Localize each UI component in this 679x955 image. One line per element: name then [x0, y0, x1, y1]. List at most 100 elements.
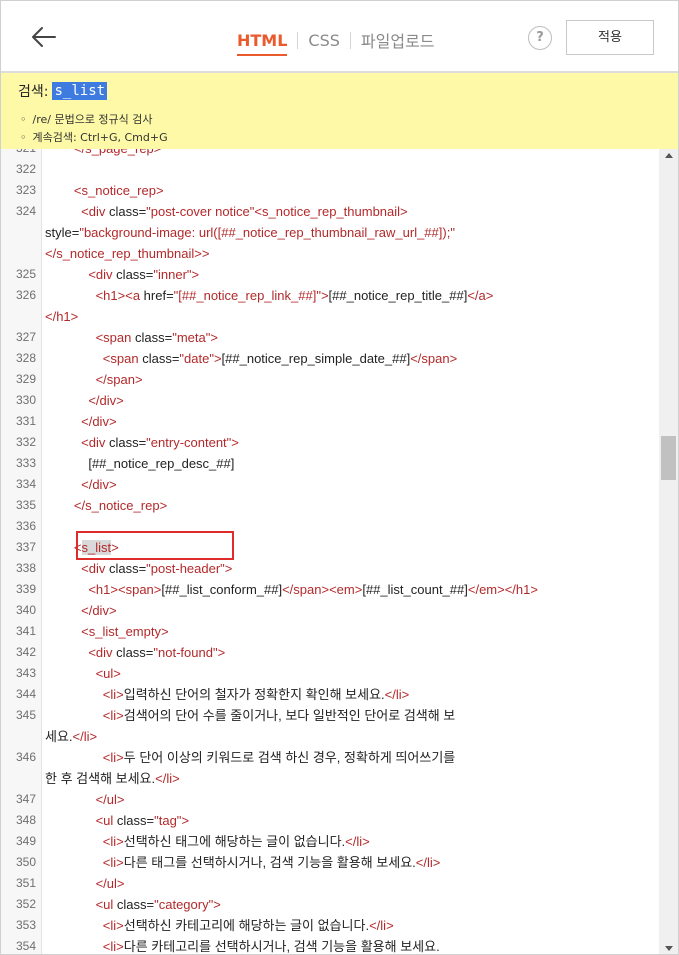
back-arrow-icon[interactable] [29, 23, 57, 51]
code-line[interactable]: 354 <li>다른 카테고리를 선택하시거나, 검색 기능을 활용해 보세요. [1, 936, 659, 954]
code-text[interactable]: </h1> [45, 306, 647, 327]
code-line[interactable]: 350 <li>다른 태그를 선택하시거나, 검색 기능을 활용해 보세요.</… [1, 852, 659, 873]
code-text[interactable]: <li>검색어의 단어 수를 줄이거나, 보다 일반적인 단어로 검색해 보 [45, 705, 647, 726]
line-number: 321 [1, 149, 36, 159]
code-line[interactable]: 한 후 검색해 보세요.</li> [1, 768, 659, 789]
code-line[interactable]: 335 </s_notice_rep> [1, 495, 659, 516]
code-text[interactable]: </ul> [45, 873, 647, 894]
code-text[interactable]: <li>다른 태그를 선택하시거나, 검색 기능을 활용해 보세요.</li> [45, 852, 647, 873]
editor-tabs: HTML CSS 파일업로드 [237, 28, 435, 56]
code-text[interactable]: <li>선택하신 카테고리에 해당하는 글이 없습니다.</li> [45, 915, 647, 936]
code-line[interactable]: 325 <div class="inner"> [1, 264, 659, 285]
code-text[interactable]: <li>다른 카테고리를 선택하시거나, 검색 기능을 활용해 보세요. [45, 936, 647, 954]
code-line[interactable]: 331 </div> [1, 411, 659, 432]
code-text[interactable]: <li>두 단어 이상의 키워드로 검색 하신 경우, 정확하게 띄어쓰기를 [45, 747, 647, 768]
search-input[interactable]: s_list [52, 82, 108, 100]
code-line[interactable]: style="background-image: url([##_notice_… [1, 222, 659, 243]
code-text[interactable]: <span class="date">[##_notice_rep_simple… [45, 348, 647, 369]
code-text[interactable]: <div class="not-found"> [45, 642, 647, 663]
line-number: 334 [15, 477, 36, 491]
code-text[interactable]: </div> [45, 411, 647, 432]
line-number: 329 [15, 372, 36, 386]
code-text[interactable]: </div> [45, 474, 647, 495]
code-line[interactable]: 322 [1, 159, 659, 180]
tab-file-upload[interactable]: 파일업로드 [361, 28, 435, 52]
code-text[interactable]: </div> [45, 600, 647, 621]
code-text[interactable]: <li>입력하신 단어의 철자가 정확한지 확인해 보세요.</li> [45, 684, 647, 705]
code-text[interactable]: </s_notice_rep_thumbnail>> [45, 243, 647, 264]
code-line[interactable]: </h1> [1, 306, 659, 327]
code-text[interactable]: </span> [45, 369, 647, 390]
code-text[interactable]: <h1><a href="[##_notice_rep_link_##]">[#… [45, 285, 647, 306]
code-text[interactable]: <ul> [45, 663, 647, 684]
search-label: 검색: [18, 84, 49, 100]
code-line[interactable]: </s_notice_rep_thumbnail>> [1, 243, 659, 264]
code-text[interactable]: <div class="post-cover notice"<s_notice_… [45, 201, 647, 222]
tab-divider [349, 31, 351, 49]
tab-divider [297, 31, 299, 49]
code-line[interactable]: 352 <ul class="category"> [1, 894, 659, 915]
code-line[interactable]: 338 <div class="post-header"> [1, 558, 659, 579]
code-text[interactable]: </s_notice_rep> [45, 495, 647, 516]
code-line[interactable]: 353 <li>선택하신 카테고리에 해당하는 글이 없습니다.</li> [1, 915, 659, 936]
code-text[interactable]: 한 후 검색해 보세요.</li> [45, 768, 647, 789]
code-line[interactable]: 351 </ul> [1, 873, 659, 894]
code-line[interactable]: 329 </span> [1, 369, 659, 390]
help-icon[interactable]: ? [528, 26, 552, 50]
code-text[interactable]: <div class="entry-content"> [45, 432, 647, 453]
line-number: 337 [15, 540, 36, 554]
scroll-up-icon[interactable] [665, 153, 673, 158]
code-line[interactable]: 330 </div> [1, 390, 659, 411]
code-text[interactable]: <div class="inner"> [45, 264, 647, 285]
code-line[interactable]: 332 <div class="entry-content"> [1, 432, 659, 453]
line-number: 326 [15, 288, 36, 302]
code-line[interactable]: 327 <span class="meta"> [1, 327, 659, 348]
code-line[interactable]: 328 <span class="date">[##_notice_rep_si… [1, 348, 659, 369]
code-line[interactable]: 334 </div> [1, 474, 659, 495]
tab-css[interactable]: CSS [308, 31, 339, 50]
code-line[interactable]: 326 <h1><a href="[##_notice_rep_link_##]… [1, 285, 659, 306]
code-text[interactable]: <h1><span>[##_list_conform_##]</span><em… [45, 579, 647, 600]
scroll-down-icon[interactable] [665, 946, 673, 951]
code-line[interactable]: 346 <li>두 단어 이상의 키워드로 검색 하신 경우, 정확하게 띄어쓰… [1, 747, 659, 768]
code-text[interactable]: <ul class="tag"> [45, 810, 647, 831]
code-line[interactable]: 333 [##_notice_rep_desc_##] [1, 453, 659, 474]
code-line[interactable]: 348 <ul class="tag"> [1, 810, 659, 831]
code-editor[interactable]: 321 </s_page_rep>322323 <s_notice_rep>32… [1, 149, 678, 954]
code-text[interactable]: <s_notice_rep> [45, 180, 647, 201]
code-line[interactable]: 339 <h1><span>[##_list_conform_##]</span… [1, 579, 659, 600]
line-number: 352 [15, 897, 36, 911]
vertical-scrollbar[interactable] [659, 149, 678, 954]
code-text[interactable]: </s_page_rep> [45, 149, 647, 159]
code-line[interactable]: 340 </div> [1, 600, 659, 621]
line-number: 348 [15, 813, 36, 827]
code-text[interactable]: 세요.</li> [45, 726, 647, 747]
code-line[interactable]: 324 <div class="post-cover notice"<s_not… [1, 201, 659, 222]
code-line[interactable]: 343 <ul> [1, 663, 659, 684]
code-text[interactable]: <div class="post-header"> [45, 558, 647, 579]
code-text[interactable]: </div> [45, 390, 647, 411]
code-text[interactable]: </ul> [45, 789, 647, 810]
code-line[interactable]: 345 <li>검색어의 단어 수를 줄이거나, 보다 일반적인 단어로 검색해… [1, 705, 659, 726]
line-number: 330 [15, 393, 36, 407]
code-text[interactable]: <ul class="category"> [45, 894, 647, 915]
code-text[interactable]: <s_list_empty> [45, 621, 647, 642]
code-text[interactable]: [##_notice_rep_desc_##] [45, 453, 647, 474]
scrollbar-thumb[interactable] [661, 436, 676, 480]
line-number: 345 [15, 708, 36, 722]
code-line[interactable]: 321 </s_page_rep> [1, 149, 659, 159]
code-text[interactable]: <span class="meta"> [45, 327, 647, 348]
code-line[interactable]: 323 <s_notice_rep> [1, 180, 659, 201]
code-line[interactable]: 세요.</li> [1, 726, 659, 747]
code-line[interactable]: 344 <li>입력하신 단어의 철자가 정확한지 확인해 보세요.</li> [1, 684, 659, 705]
code-text[interactable]: style="background-image: url([##_notice_… [45, 222, 647, 243]
skin-editor-window: HTML CSS 파일업로드 ? 적용 검색: s_list /re/ 문법으로… [0, 0, 679, 955]
tab-html[interactable]: HTML [237, 31, 288, 56]
apply-button[interactable]: 적용 [566, 20, 654, 55]
code-line[interactable]: 342 <div class="not-found"> [1, 642, 659, 663]
line-number: 341 [15, 624, 36, 638]
code-line[interactable]: 349 <li>선택하신 태그에 해당하는 글이 없습니다.</li> [1, 831, 659, 852]
code-line[interactable]: 341 <s_list_empty> [1, 621, 659, 642]
code-line[interactable]: 347 </ul> [1, 789, 659, 810]
code-text[interactable]: <li>선택하신 태그에 해당하는 글이 없습니다.</li> [45, 831, 647, 852]
